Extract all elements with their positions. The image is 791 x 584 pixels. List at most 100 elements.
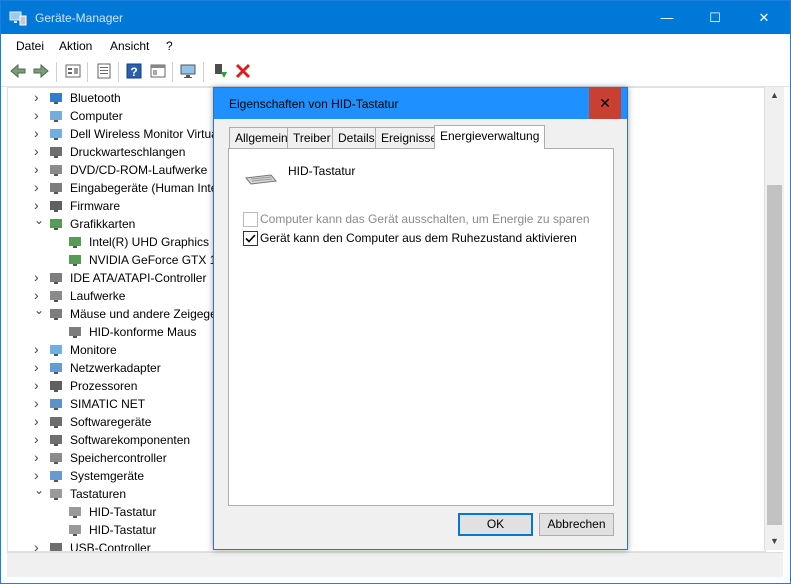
tree-item-label: Bluetooth <box>70 91 121 105</box>
forward-arrow-icon[interactable] <box>32 62 50 80</box>
menu-file[interactable]: Datei <box>16 39 44 53</box>
printer-icon <box>49 145 63 159</box>
tree-item[interactable]: ⌄ Grafikkarten <box>34 213 234 233</box>
chevron-right-icon[interactable]: › <box>34 106 44 124</box>
tree-item[interactable]: › Firmware <box>34 197 234 215</box>
tree-item[interactable]: › Laufwerke <box>34 287 234 305</box>
chevron-right-icon[interactable]: › <box>34 412 44 430</box>
minimize-button[interactable]: — <box>644 1 690 34</box>
tree-item[interactable]: › Computer <box>34 107 234 125</box>
tree-item-label: Monitore <box>70 343 117 357</box>
dialog-title-bar[interactable]: Eigenschaften von HID-Tastatur ✕ <box>214 88 627 119</box>
chevron-right-icon[interactable]: › <box>34 142 44 160</box>
chevron-right-icon[interactable]: › <box>34 394 44 412</box>
tree-item-label: Druckwarteschlangen <box>70 145 186 159</box>
tree-item[interactable]: › USB-Controller <box>34 538 234 551</box>
tab-panel-energieverwaltung: HID-Tastatur Computer kann das Gerät aus… <box>228 148 614 506</box>
tree-item-label: Systemgeräte <box>70 469 145 483</box>
allow-wake-checkbox[interactable] <box>243 231 258 246</box>
monitor-icon[interactable] <box>179 62 197 80</box>
menu-action[interactable]: Aktion <box>59 39 92 53</box>
scroll-up-icon[interactable]: ▲ <box>765 87 784 104</box>
chevron-right-icon[interactable]: › <box>34 178 44 196</box>
tree-item-label: NVIDIA GeForce GTX 10€ <box>89 253 230 267</box>
menu-view[interactable]: Ansicht <box>110 39 149 53</box>
allow-wake-label: Gerät kann den Computer aus dem Ruhezust… <box>260 231 577 245</box>
title-bar[interactable]: Geräte-Manager — ☐ ✕ <box>1 1 790 34</box>
uninstall-icon[interactable] <box>234 62 252 80</box>
chevron-right-icon[interactable]: › <box>34 376 44 394</box>
tree-item[interactable]: › Softwarekomponenten <box>34 431 234 449</box>
keyboard-icon <box>49 487 63 501</box>
dialog-close-button[interactable]: ✕ <box>589 88 621 119</box>
tree-item[interactable]: › Netzwerkadapter <box>34 359 234 377</box>
input-device-icon <box>49 181 63 195</box>
device-manager-icon <box>9 11 27 26</box>
chevron-right-icon[interactable]: › <box>34 340 44 358</box>
tree-item[interactable]: › Dell Wireless Monitor Virtua <box>34 125 234 143</box>
update-driver-icon[interactable] <box>211 62 229 80</box>
tree-item-label: Laufwerke <box>70 289 126 303</box>
tree-item[interactable]: › Softwaregeräte <box>34 413 234 431</box>
tree-item[interactable]: › Prozessoren <box>34 377 234 395</box>
tree-item-label: Computer <box>70 109 123 123</box>
chevron-right-icon[interactable]: › <box>34 538 44 551</box>
tree-item[interactable]: HID-konforme Maus <box>53 323 234 341</box>
tree-item[interactable]: › Monitore <box>34 341 234 359</box>
tab-details[interactable]: Details <box>332 127 381 148</box>
tab-allgemein[interactable]: Allgemein <box>229 127 294 148</box>
tree-item[interactable]: HID-Tastatur <box>53 503 234 521</box>
computer-icon <box>49 109 63 123</box>
tree-item[interactable]: › Systemgeräte <box>34 467 234 485</box>
tree-item[interactable]: ⌄ Mäuse und andere Zeigege <box>34 303 234 323</box>
scroll-down-icon[interactable]: ▼ <box>765 533 784 550</box>
chevron-right-icon[interactable]: › <box>34 160 44 178</box>
display-adapter-warning-icon <box>68 235 82 249</box>
chevron-down-icon[interactable]: ⌄ <box>34 211 44 229</box>
tree-item[interactable]: NVIDIA GeForce GTX 10€ <box>53 251 234 269</box>
chevron-right-icon[interactable]: › <box>34 448 44 466</box>
chevron-right-icon[interactable]: › <box>34 358 44 376</box>
tree-item[interactable]: ⌄ Tastaturen <box>34 483 234 503</box>
tree-item[interactable]: HID-Tastatur <box>53 521 234 539</box>
tab-treiber[interactable]: Treiber <box>287 127 337 148</box>
software-component-icon <box>49 433 63 447</box>
tree-item[interactable]: › SIMATIC NET <box>34 395 234 413</box>
menu-help[interactable]: ? <box>166 39 173 53</box>
keyboard-icon <box>245 174 277 185</box>
chevron-right-icon[interactable]: › <box>34 88 44 106</box>
device-tree-icon[interactable] <box>64 62 82 80</box>
display-adapter-icon <box>68 253 82 267</box>
chevron-right-icon[interactable]: › <box>34 268 44 286</box>
tree-item[interactable]: › Bluetooth <box>34 89 234 107</box>
cancel-button[interactable]: Abbrechen <box>539 513 614 536</box>
scroll-thumb[interactable] <box>767 185 782 525</box>
tree-item[interactable]: › Eingabegeräte (Human Inte <box>34 179 234 197</box>
chevron-down-icon[interactable]: ⌄ <box>34 481 44 499</box>
back-arrow-icon[interactable] <box>9 62 27 80</box>
tree-item-label: IDE ATA/ATAPI-Controller <box>70 271 207 285</box>
tree-item-label: SIMATIC NET <box>70 397 146 411</box>
tree-item[interactable]: › Druckwarteschlangen <box>34 143 234 161</box>
tree-item-label: Softwarekomponenten <box>70 433 191 447</box>
chevron-right-icon[interactable]: › <box>34 124 44 142</box>
tree-item-label: Tastaturen <box>70 487 127 501</box>
view-icon[interactable] <box>149 62 167 80</box>
maximize-button[interactable]: ☐ <box>692 1 738 34</box>
help-icon[interactable]: ? <box>125 62 143 80</box>
allow-power-off-checkbox[interactable] <box>243 212 258 227</box>
chevron-right-icon[interactable]: › <box>34 430 44 448</box>
tree-item[interactable]: › DVD/CD-ROM-Laufwerke <box>34 161 234 179</box>
tab-energieverwaltung[interactable]: Energieverwaltung <box>434 125 546 149</box>
close-button[interactable]: ✕ <box>741 1 787 34</box>
chevron-down-icon[interactable]: ⌄ <box>34 301 44 319</box>
properties-icon[interactable] <box>95 62 113 80</box>
vertical-scrollbar[interactable]: ▲ ▼ <box>764 87 784 550</box>
tree-item[interactable]: › IDE ATA/ATAPI-Controller <box>34 269 234 287</box>
display-adapter-icon <box>49 217 63 231</box>
tree-item[interactable]: › Speichercontroller <box>34 449 234 467</box>
mouse-icon <box>49 307 63 321</box>
tab-ereignisse[interactable]: Ereignisse <box>375 127 444 148</box>
tree-item[interactable]: Intel(R) UHD Graphics 6 <box>53 233 234 251</box>
ok-button[interactable]: OK <box>458 513 533 536</box>
